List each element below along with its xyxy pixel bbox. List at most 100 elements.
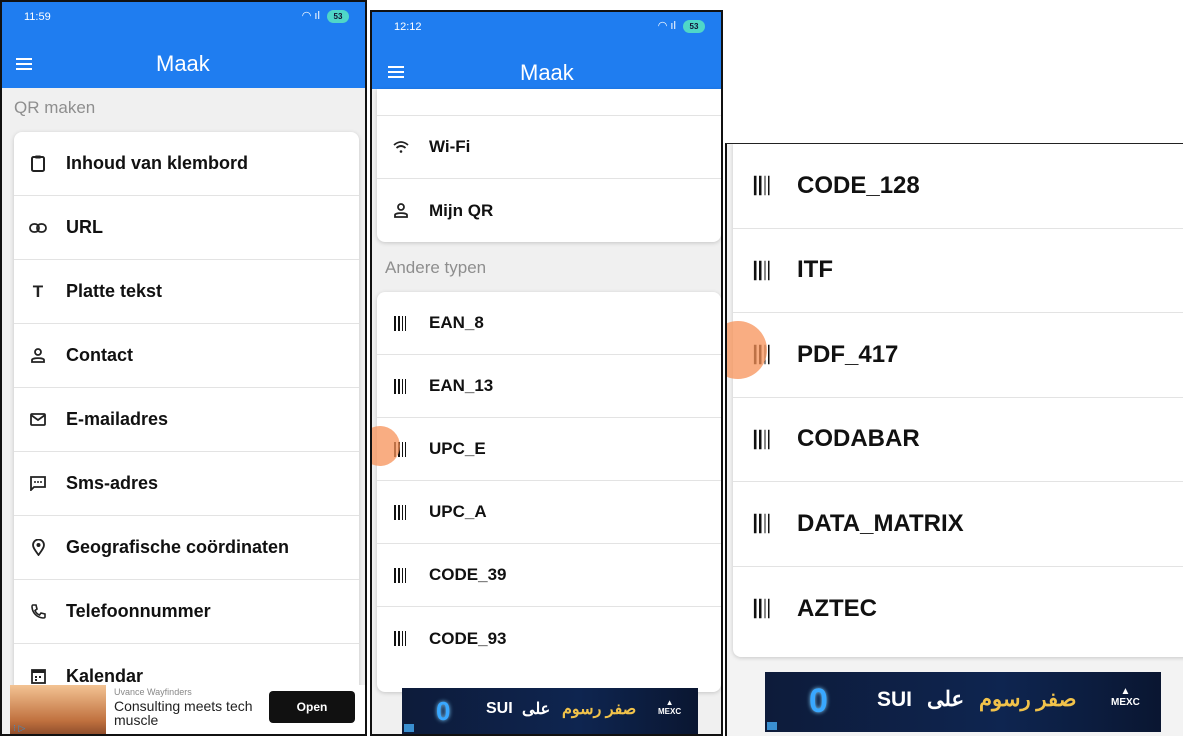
ad-brand-logo: ▲ MEXC xyxy=(658,698,682,716)
ad-coin: SUI xyxy=(486,700,513,717)
location-icon xyxy=(28,539,48,556)
phone-screen-3: CODE_128 ITF PDF_417 CODABAR DATA_MATRIX… xyxy=(725,143,1183,736)
barcode-icon xyxy=(753,260,773,280)
barcode-icon xyxy=(753,176,773,196)
mail-icon xyxy=(28,413,48,426)
other-types-list: EAN_8 EAN_13 UPC_E UPC_A CODE_39 CODE_93 xyxy=(377,292,721,692)
ad-banner[interactable]: 0 SUI على صفر رسوم ▲ MEXC xyxy=(402,688,698,734)
signal-icon: ◠ ıl xyxy=(301,10,320,22)
ad-brand: MEXC xyxy=(1111,697,1140,708)
ad-arabic-b: على xyxy=(927,688,964,711)
ad-banner[interactable]: 0 SUI على صفر رسوم ▲ MEXC xyxy=(765,672,1161,732)
barcode-type-list: CODE_128 ITF PDF_417 CODABAR DATA_MATRIX… xyxy=(733,144,1183,657)
barcode-icon xyxy=(391,315,411,331)
list-item-label: EAN_8 xyxy=(429,313,484,332)
list-item-label: ITF xyxy=(797,256,833,284)
sms-icon xyxy=(28,476,48,491)
list-item-code93[interactable]: CODE_93 xyxy=(377,607,721,670)
hamburger-menu-icon[interactable] xyxy=(388,66,404,78)
page-title: Maak xyxy=(520,60,574,85)
list-item-label: Contact xyxy=(66,345,133,365)
list-item-pdf417[interactable]: PDF_417 xyxy=(733,313,1183,398)
phone-icon xyxy=(28,604,48,619)
list-item-label: UPC_A xyxy=(429,502,487,521)
hamburger-menu-icon[interactable] xyxy=(16,58,32,70)
barcode-icon xyxy=(391,504,411,520)
list-item-label: E-mailadres xyxy=(66,409,169,429)
ad-arabic-b: على xyxy=(522,701,551,718)
ad-arabic-a: صفر رسوم xyxy=(562,701,637,718)
list-item-partial[interactable] xyxy=(377,89,721,116)
ad-advertiser: Uvance Wayfinders xyxy=(114,687,192,697)
list-item-label: Platte tekst xyxy=(66,281,163,301)
barcode-icon xyxy=(391,567,411,583)
list-item-label: Inhoud van klembord xyxy=(66,153,249,173)
list-item-label: PDF_417 xyxy=(797,340,899,368)
qr-type-list: Inhoud van klembord URL T Platte tekst C… xyxy=(14,132,359,732)
list-item-label: Geografische coördinaten xyxy=(66,537,290,557)
ad-arabic-a: صفر رسوم xyxy=(979,688,1077,711)
section-label-qr: QR maken xyxy=(14,98,96,117)
qr-type-list-end: Wi-Fi Mijn QR xyxy=(377,89,721,242)
list-item-ean13[interactable]: EAN_13 xyxy=(377,355,721,418)
ad-zero: 0 xyxy=(809,682,828,720)
barcode-icon xyxy=(391,378,411,394)
ad-coin: SUI xyxy=(877,688,913,711)
battery-icon: 53 xyxy=(327,9,349,23)
status-bar: 11:59 ◠ ıl 53 xyxy=(2,2,365,32)
list-item-label: CODE_39 xyxy=(429,565,507,584)
list-item-label: Wi-Fi xyxy=(429,137,471,156)
list-item-ean8[interactable]: EAN_8 xyxy=(377,292,721,355)
list-item-label: EAN_13 xyxy=(429,376,494,395)
ad-zero: 0 xyxy=(436,696,451,726)
list-item-label: CODABAR xyxy=(797,425,920,453)
list-item-label: CODE_93 xyxy=(429,628,507,648)
list-item-upca[interactable]: UPC_A xyxy=(377,481,721,544)
barcode-icon xyxy=(391,631,411,646)
list-item-plain-text[interactable]: T Platte tekst xyxy=(14,260,359,324)
person-icon xyxy=(391,203,411,218)
ad-choices-icon[interactable] xyxy=(404,724,414,732)
phone-screen-1: 11:59 ◠ ıl 53 Maak QR maken Inhoud van k… xyxy=(0,0,367,736)
list-item-label: Kalendar xyxy=(66,665,144,686)
page-title: Maak xyxy=(156,51,210,76)
list-item-my-qr[interactable]: Mijn QR xyxy=(377,179,721,242)
barcode-icon xyxy=(753,514,773,534)
list-item-upce[interactable]: UPC_E xyxy=(377,418,721,481)
status-time: 11:59 xyxy=(24,11,51,23)
list-item-codabar[interactable]: CODABAR xyxy=(733,398,1183,482)
list-item-sms[interactable]: Sms-adres xyxy=(14,452,359,516)
list-item-aztec[interactable]: AZTEC xyxy=(733,567,1183,652)
list-item-label: URL xyxy=(66,217,103,237)
list-item-phone[interactable]: Telefoonnummer xyxy=(14,580,359,644)
app-bar: 12:12 ◠ ıl 53 Maak xyxy=(372,12,721,89)
list-item-label: CODE_128 xyxy=(797,171,920,199)
ad-choices-icon[interactable]: ⁝ ▷ xyxy=(13,723,25,734)
list-item-wifi[interactable]: Wi-Fi xyxy=(377,116,721,179)
status-time: 12:12 xyxy=(394,21,422,33)
person-icon xyxy=(28,348,48,363)
status-icons: ◠ ıl 53 xyxy=(658,19,705,33)
list-item-itf[interactable]: ITF xyxy=(733,229,1183,313)
list-item-code39[interactable]: CODE_39 xyxy=(377,544,721,607)
list-item-label: AZTEC xyxy=(797,594,877,622)
list-item-label: UPC_E xyxy=(429,439,486,458)
battery-icon: 53 xyxy=(683,19,705,33)
list-item-contact[interactable]: Contact xyxy=(14,324,359,388)
list-item-label: Sms-adres xyxy=(66,473,159,493)
list-item-code128[interactable]: CODE_128 xyxy=(733,144,1183,229)
list-item-url[interactable]: URL xyxy=(14,196,359,260)
signal-icon: ◠ ıl xyxy=(657,20,676,32)
ad-open-button[interactable]: Open xyxy=(269,691,355,723)
ad-text: Consulting meets tech muscle xyxy=(114,698,253,728)
link-icon xyxy=(28,222,48,233)
list-item-geo[interactable]: Geografische coördinaten xyxy=(14,516,359,580)
list-item-email[interactable]: E-mailadres xyxy=(14,388,359,452)
list-item-data-matrix[interactable]: DATA_MATRIX xyxy=(733,482,1183,567)
ad-banner[interactable]: ⁝ ▷ Uvance Wayfinders Consulting meets t… xyxy=(10,685,365,734)
ad-choices-icon[interactable] xyxy=(767,722,777,730)
ad-brand: MEXC xyxy=(658,707,682,716)
ad-brand-logo: ▲ MEXC xyxy=(1111,686,1140,708)
list-item-clipboard[interactable]: Inhoud van klembord xyxy=(14,132,359,196)
status-bar: 12:12 ◠ ıl 53 xyxy=(372,12,721,42)
